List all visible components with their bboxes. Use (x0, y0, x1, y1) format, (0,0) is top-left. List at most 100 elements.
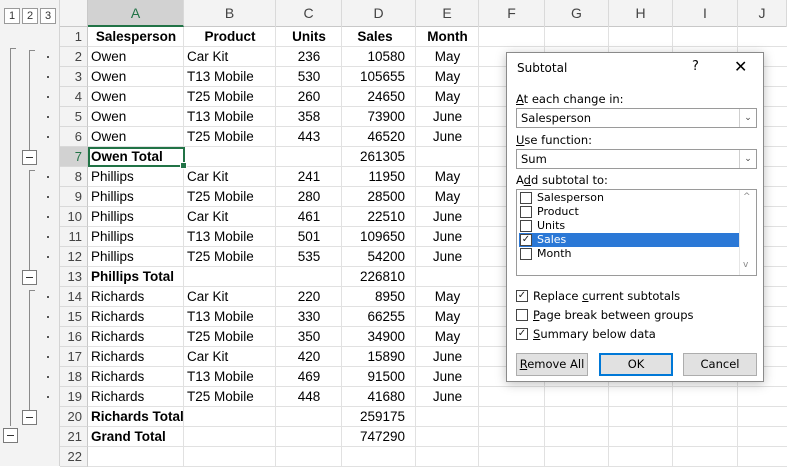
row-header-9[interactable]: 9 (60, 187, 88, 207)
cell-b13[interactable] (184, 267, 276, 287)
row-header-2[interactable]: 2 (60, 47, 88, 67)
cell-c17[interactable]: 420 (276, 347, 342, 367)
cell-e13[interactable] (416, 267, 479, 287)
checkbox-icon[interactable]: ✓ (516, 328, 528, 340)
column-header-e[interactable]: E (416, 0, 479, 27)
cell-d9[interactable]: 28500 (342, 187, 408, 207)
cell-c1[interactable]: Units (276, 27, 342, 47)
cell-c21[interactable] (276, 427, 342, 447)
cell-a15[interactable]: Richards (88, 307, 184, 327)
row-header-7[interactable]: 7 (60, 147, 88, 167)
cell-d13[interactable]: 226810 (342, 267, 408, 287)
checkbox-icon[interactable] (516, 309, 528, 321)
cell-b8[interactable]: Car Kit (184, 167, 276, 187)
use-function-select[interactable]: Sum ⌄ (516, 149, 757, 169)
cell-c14[interactable]: 220 (276, 287, 342, 307)
cell-c18[interactable]: 469 (276, 367, 342, 387)
cell-e2[interactable]: May (416, 47, 479, 67)
outline-level-2-button[interactable]: 2 (22, 8, 38, 24)
row-header-13[interactable]: 13 (60, 267, 88, 287)
column-header-b[interactable]: B (184, 0, 276, 27)
cell-d22[interactable] (342, 447, 408, 467)
cell-c13[interactable] (276, 267, 342, 287)
option-checkbox-1[interactable]: ✓ Replace current subtotals (516, 289, 680, 304)
row-header-3[interactable]: 3 (60, 67, 88, 87)
column-header-d[interactable]: D (342, 0, 416, 27)
field-option-sales[interactable]: ✓ Sales (519, 233, 740, 247)
cell-e18[interactable]: June (416, 367, 479, 387)
cell-e5[interactable]: June (416, 107, 479, 127)
cell-a17[interactable]: Richards (88, 347, 184, 367)
cell-d16[interactable]: 34900 (342, 327, 408, 347)
cell-b22[interactable] (184, 447, 276, 467)
cell-a10[interactable]: Phillips (88, 207, 184, 227)
cell-b14[interactable]: Car Kit (184, 287, 276, 307)
column-header-i[interactable]: I (673, 0, 738, 27)
option-checkbox-2[interactable]: Page break between groups (516, 308, 694, 323)
cell-a14[interactable]: Richards (88, 287, 184, 307)
cell-e1[interactable]: Month (416, 27, 479, 47)
cell-d14[interactable]: 8950 (342, 287, 408, 307)
cell-a19[interactable]: Richards (88, 387, 184, 407)
cell-d19[interactable]: 41680 (342, 387, 408, 407)
cell-e3[interactable]: May (416, 67, 479, 87)
cell-b19[interactable]: T25 Mobile (184, 387, 276, 407)
chevron-down-icon[interactable]: ⌄ (739, 150, 756, 168)
collapse-group-button[interactable] (22, 410, 37, 425)
collapse-group-button[interactable] (22, 270, 37, 285)
cell-a16[interactable]: Richards (88, 327, 184, 347)
cell-a2[interactable]: Owen (88, 47, 184, 67)
cell-c10[interactable]: 461 (276, 207, 342, 227)
cell-e9[interactable]: May (416, 187, 479, 207)
cell-e15[interactable]: May (416, 307, 479, 327)
cell-a12[interactable]: Phillips (88, 247, 184, 267)
column-header-h[interactable]: H (609, 0, 673, 27)
row-header-14[interactable]: 14 (60, 287, 88, 307)
row-header-12[interactable]: 12 (60, 247, 88, 267)
cell-d6[interactable]: 46520 (342, 127, 408, 147)
cell-b15[interactable]: T13 Mobile (184, 307, 276, 327)
cell-c19[interactable]: 448 (276, 387, 342, 407)
cell-c6[interactable]: 443 (276, 127, 342, 147)
cell-c15[interactable]: 330 (276, 307, 342, 327)
cell-e21[interactable] (416, 427, 479, 447)
cell-d18[interactable]: 91500 (342, 367, 408, 387)
cell-c8[interactable]: 241 (276, 167, 342, 187)
cell-b17[interactable]: Car Kit (184, 347, 276, 367)
listbox-scrollbar[interactable]: ^ v (739, 190, 756, 275)
cell-a20[interactable]: Richards Total (88, 407, 184, 427)
select-all-corner[interactable] (60, 0, 88, 27)
row-header-6[interactable]: 6 (60, 127, 88, 147)
row-header-11[interactable]: 11 (60, 227, 88, 247)
cell-c3[interactable]: 530 (276, 67, 342, 87)
column-header-g[interactable]: G (545, 0, 609, 27)
cell-c22[interactable] (276, 447, 342, 467)
at-each-change-select[interactable]: Salesperson ⌄ (516, 108, 757, 128)
cell-c5[interactable]: 358 (276, 107, 342, 127)
cell-c9[interactable]: 280 (276, 187, 342, 207)
column-header-a[interactable]: A (88, 0, 184, 27)
cell-a4[interactable]: Owen (88, 87, 184, 107)
option-checkbox-3[interactable]: ✓ Summary below data (516, 327, 656, 342)
cell-d11[interactable]: 109650 (342, 227, 408, 247)
checkbox-icon[interactable] (520, 248, 532, 260)
row-header-8[interactable]: 8 (60, 167, 88, 187)
cell-a18[interactable]: Richards (88, 367, 184, 387)
cell-b9[interactable]: T25 Mobile (184, 187, 276, 207)
cell-e17[interactable]: June (416, 347, 479, 367)
cell-b10[interactable]: Car Kit (184, 207, 276, 227)
scroll-up-icon[interactable]: ^ (743, 192, 751, 202)
cell-c16[interactable]: 350 (276, 327, 342, 347)
cell-b2[interactable]: Car Kit (184, 47, 276, 67)
cell-b3[interactable]: T13 Mobile (184, 67, 276, 87)
column-header-c[interactable]: C (276, 0, 342, 27)
checkbox-icon[interactable]: ✓ (520, 234, 532, 246)
add-subtotal-listbox[interactable]: Salesperson Product Units ✓ Sales Month ^ v (516, 189, 757, 276)
cell-d8[interactable]: 11950 (342, 167, 408, 187)
scroll-down-icon[interactable]: v (743, 260, 748, 270)
cell-b18[interactable]: T13 Mobile (184, 367, 276, 387)
cell-d15[interactable]: 66255 (342, 307, 408, 327)
cell-e11[interactable]: June (416, 227, 479, 247)
cell-b21[interactable] (184, 427, 276, 447)
cell-a8[interactable]: Phillips (88, 167, 184, 187)
